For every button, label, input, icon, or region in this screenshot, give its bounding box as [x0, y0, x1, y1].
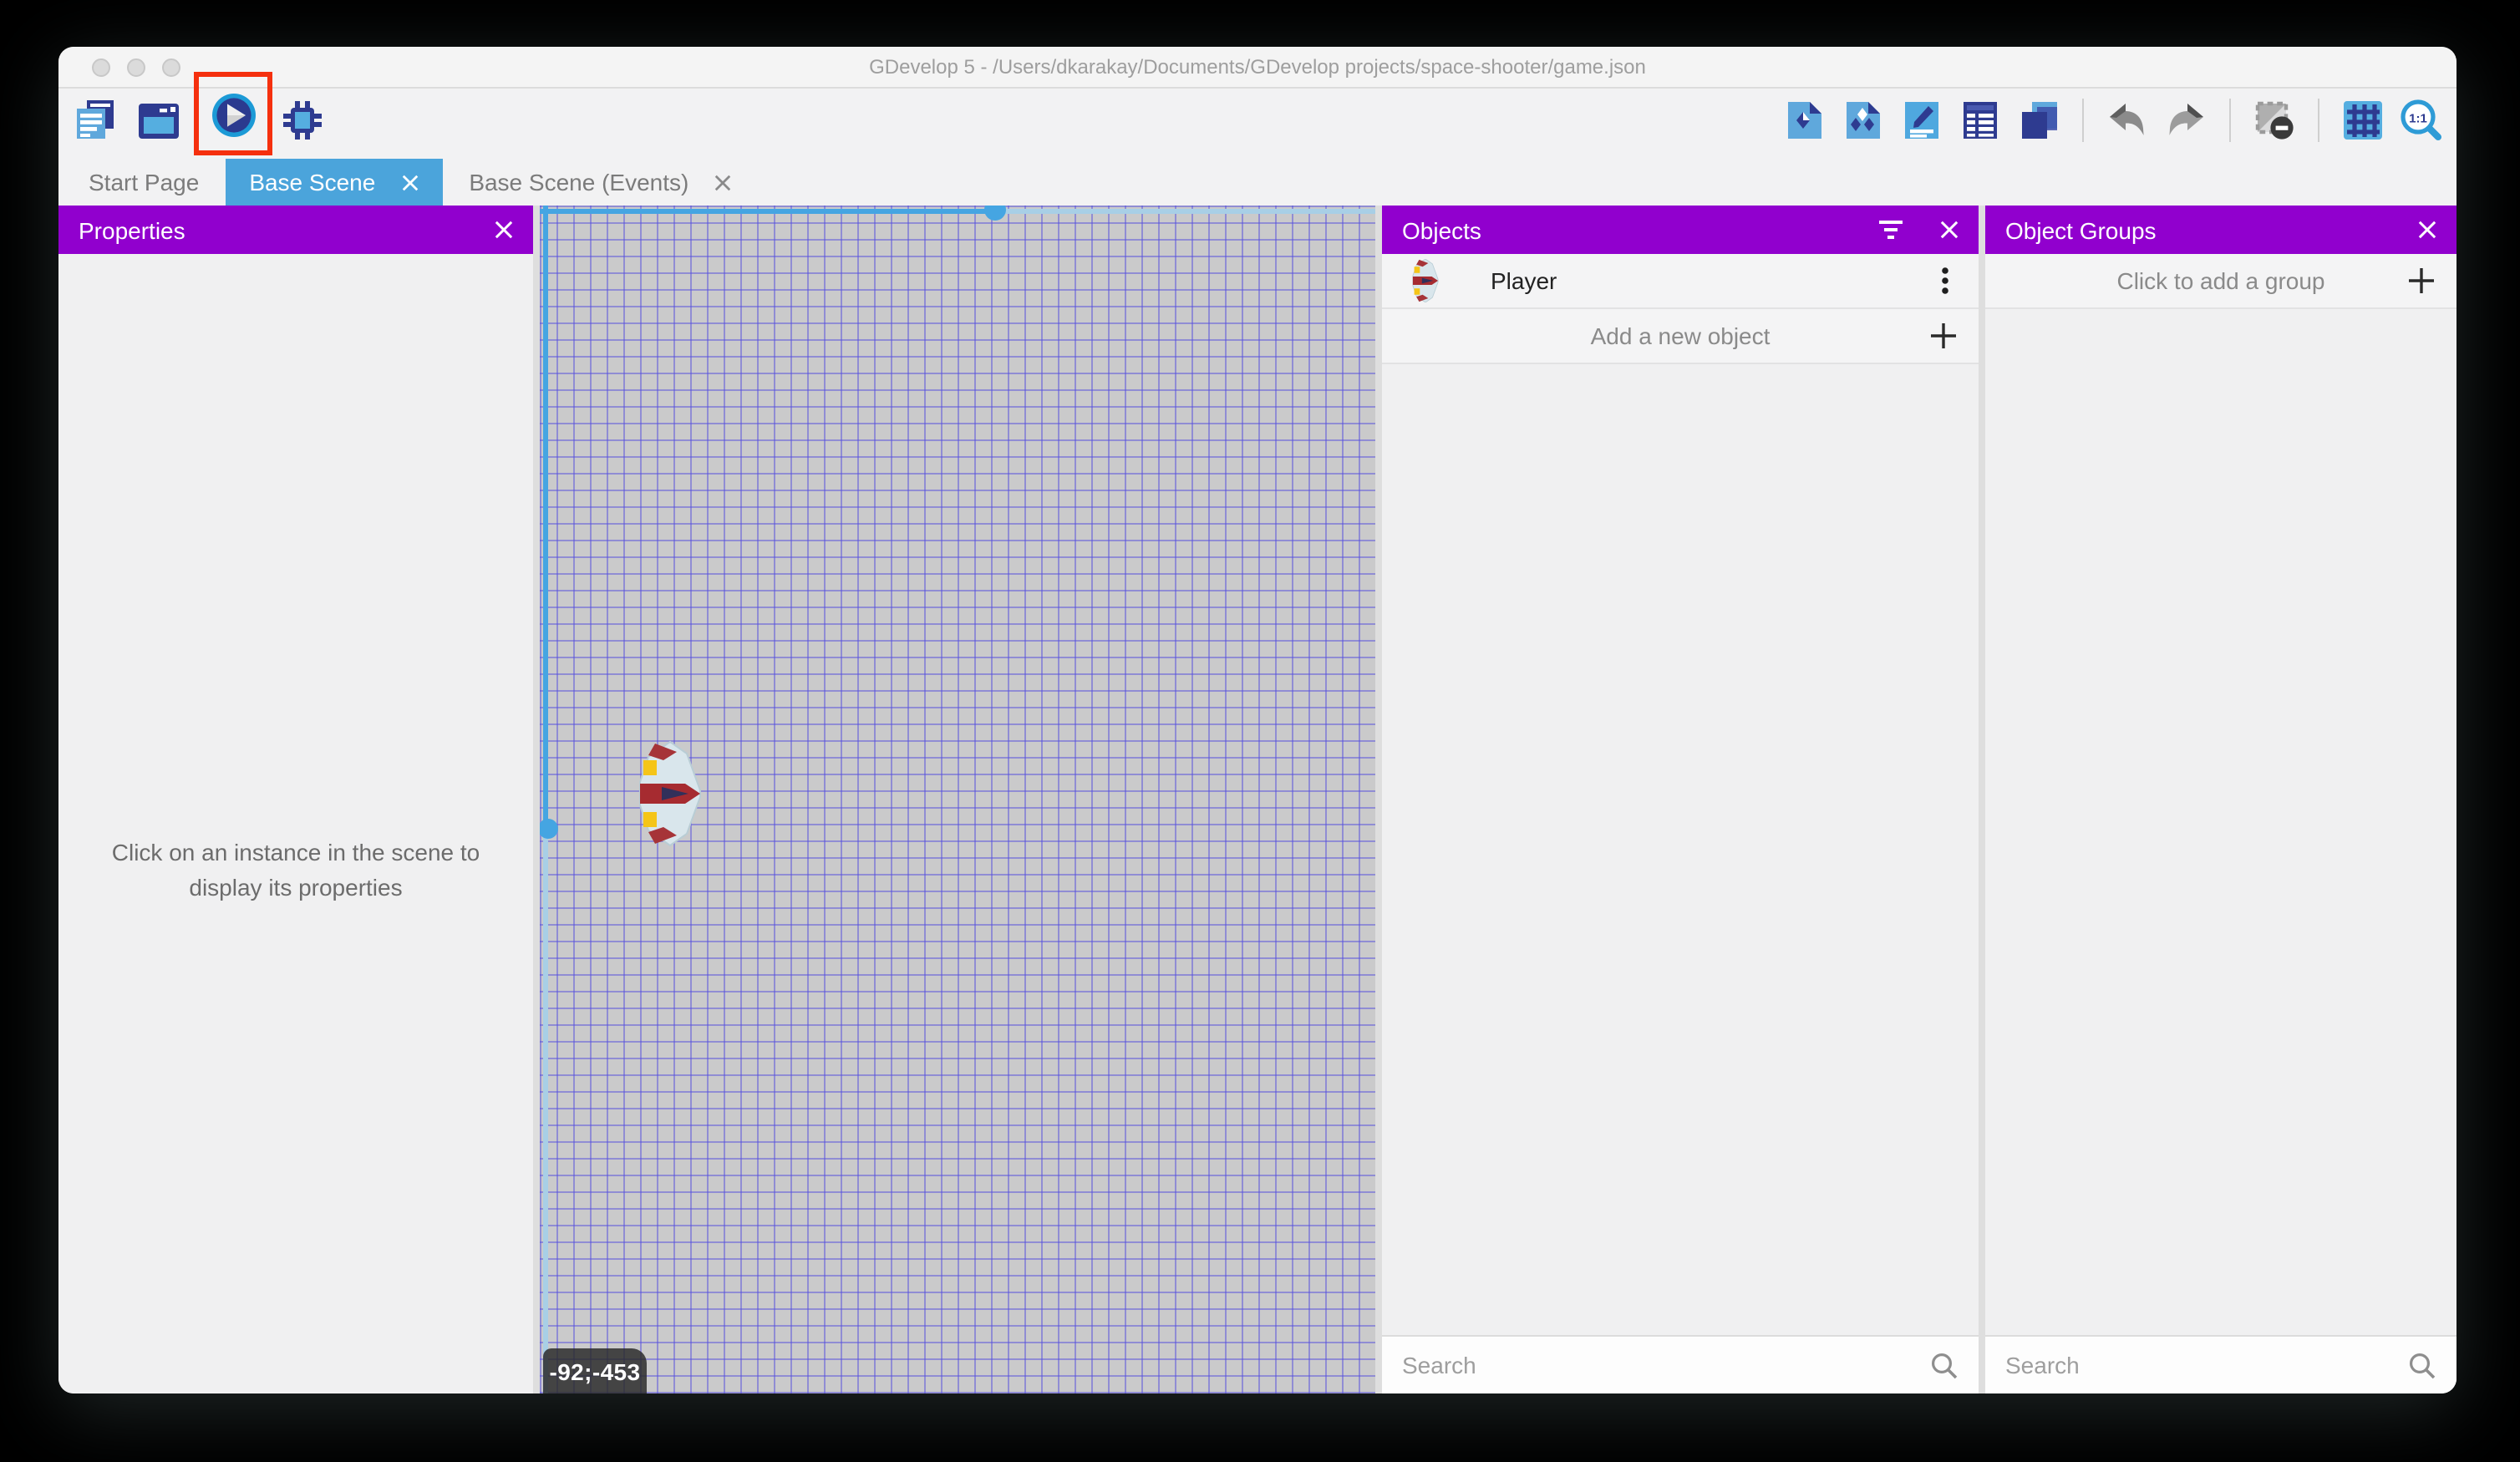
close-tab-icon[interactable] — [400, 173, 419, 191]
horizontal-scrollbar[interactable] — [994, 209, 1375, 214]
edit-scene-properties-icon[interactable] — [1900, 99, 1943, 142]
zoom-1-1-icon[interactable]: 1:1 — [2400, 99, 2443, 142]
cursor-coordinates-label: -92;-453 — [543, 1348, 647, 1393]
player-object-thumbnail — [1407, 259, 1444, 302]
object-row-player[interactable]: Player — [1382, 254, 1979, 309]
play-preview-icon[interactable] — [211, 92, 257, 139]
object-groups-title: Object Groups — [2005, 216, 2157, 243]
objects-header: Objects — [1382, 206, 1979, 254]
tab-label: Start Page — [89, 169, 199, 195]
horizontal-scrollbar[interactable] — [540, 209, 994, 214]
objects-body — [1382, 364, 1979, 1335]
add-new-object-label: Add a new object — [1591, 322, 1771, 349]
properties-header: Properties — [58, 206, 533, 254]
vertical-scrollbar[interactable] — [543, 206, 548, 829]
objects-panel: Objects — [1382, 206, 1979, 1393]
object-menu-kebab-icon[interactable] — [1933, 266, 1957, 296]
panel-divider[interactable] — [533, 206, 540, 1393]
add-group-label: Click to add a group — [2116, 267, 2324, 294]
object-groups-search-input[interactable] — [1985, 1352, 2408, 1378]
scene-toolbar-right: 1:1 — [1783, 97, 2443, 144]
search-icon — [1930, 1351, 1959, 1379]
search-icon — [2408, 1351, 2436, 1379]
player-instance-sprite[interactable] — [637, 740, 704, 847]
vertical-scrollbar-thumb[interactable] — [540, 819, 558, 839]
horizontal-scrollbar-thumb[interactable] — [984, 206, 1006, 221]
debug-icon[interactable] — [279, 97, 326, 144]
title-bar: GDevelop 5 - /Users/dkarakay/Documents/G… — [58, 47, 2456, 89]
tab-base-scene-events[interactable]: Base Scene (Events) — [442, 159, 759, 206]
object-groups-header: Object Groups — [1985, 206, 2456, 254]
add-new-object-row[interactable]: Add a new object — [1382, 309, 1979, 364]
properties-panel: Properties Click on an instance in the s… — [58, 206, 533, 1393]
properties-hint: Click on an instance in the scene to dis… — [102, 835, 490, 905]
close-tab-icon[interactable] — [714, 173, 732, 191]
editor-tabs: Start Page Base Scene Base Scene (Events… — [58, 159, 2456, 206]
screenshot-stage: GDevelop 5 - /Users/dkarakay/Documents/G… — [0, 0, 2520, 1462]
panel-divider[interactable] — [1979, 206, 1985, 1393]
project-manager-icon[interactable] — [72, 97, 119, 144]
object-groups-searchbar — [1985, 1335, 2456, 1393]
filter-objects-icon[interactable] — [1878, 219, 1903, 241]
add-group-row[interactable]: Click to add a group — [1985, 254, 2456, 309]
instances-list-icon[interactable] — [1959, 99, 2002, 142]
tab-label: Base Scene (Events) — [469, 169, 688, 195]
properties-title: Properties — [79, 216, 185, 243]
object-groups-panel: Object Groups Click to add a group — [1985, 206, 2456, 1393]
close-objects-button[interactable] — [1940, 221, 1959, 239]
close-properties-button[interactable] — [495, 221, 513, 239]
toolbar-separator — [2082, 99, 2084, 142]
editor-content: Properties Click on an instance in the s… — [58, 206, 2456, 1393]
grid-icon[interactable] — [2341, 99, 2385, 142]
toolbar-separator — [2229, 99, 2231, 142]
vertical-scrollbar[interactable] — [543, 829, 548, 1393]
scene-window-icon[interactable] — [135, 97, 182, 144]
scene-editor-canvas[interactable]: -92;-453 — [540, 206, 1375, 1393]
tab-label: Base Scene — [249, 169, 375, 195]
gdevelop-window: GDevelop 5 - /Users/dkarakay/Documents/G… — [58, 47, 2456, 1393]
plus-icon[interactable] — [2406, 266, 2436, 296]
toolbar-separator — [2318, 99, 2319, 142]
objects-search-input[interactable] — [1382, 1352, 1930, 1378]
add-object-icon[interactable] — [1783, 99, 1826, 142]
window-title: GDevelop 5 - /Users/dkarakay/Documents/G… — [58, 47, 2456, 87]
object-name: Player — [1491, 267, 1933, 294]
svg-text:1:1: 1:1 — [2409, 111, 2427, 125]
objects-title: Objects — [1402, 216, 1481, 243]
object-groups-body — [1985, 309, 2456, 1335]
layers-icon[interactable] — [2017, 99, 2060, 142]
undo-icon[interactable] — [2106, 99, 2149, 142]
plus-icon[interactable] — [1928, 321, 1959, 351]
close-object-groups-button[interactable] — [2418, 221, 2436, 239]
panel-divider[interactable] — [1375, 206, 1382, 1393]
redo-icon[interactable] — [2164, 99, 2208, 142]
properties-body: Click on an instance in the scene to dis… — [58, 254, 533, 1393]
objects-searchbar — [1382, 1335, 1979, 1393]
window-mask-icon[interactable] — [2253, 99, 2296, 142]
add-object-group-icon[interactable] — [1842, 99, 1885, 142]
tab-base-scene[interactable]: Base Scene — [226, 159, 442, 206]
tab-start-page[interactable]: Start Page — [89, 159, 226, 206]
